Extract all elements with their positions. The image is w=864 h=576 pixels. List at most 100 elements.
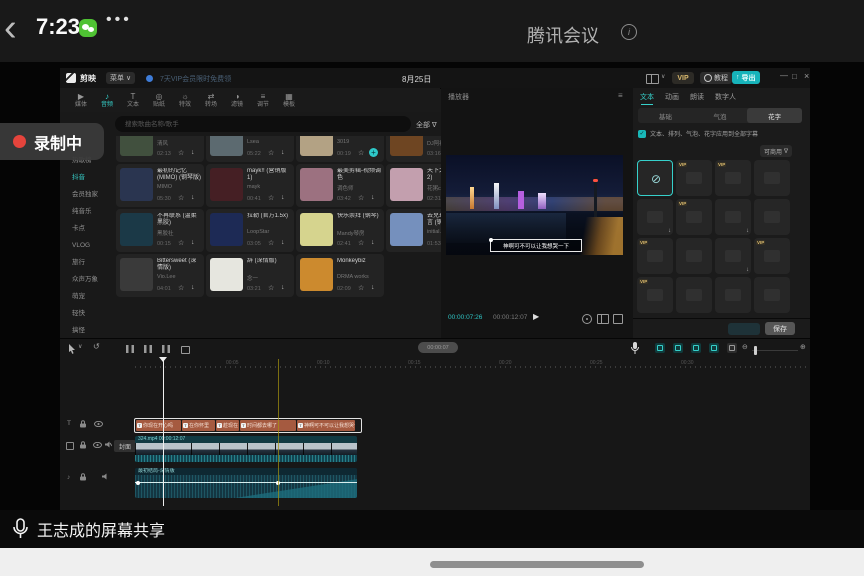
info-icon[interactable]: i	[621, 24, 637, 40]
recording-indicator[interactable]: 录制中	[0, 123, 104, 160]
favorite-star-icon[interactable]: ☆	[358, 194, 364, 202]
timeline-zoom-handle[interactable]	[754, 346, 757, 355]
video-clip[interactable]: 324.mp4 00:00:12:07	[135, 436, 357, 462]
music-category-item[interactable]: 旅行	[60, 254, 112, 271]
quality-icon[interactable]	[582, 314, 592, 324]
preview-axis-toggle-icon[interactable]	[709, 343, 719, 353]
record-voiceover-mic-icon[interactable]	[630, 342, 640, 355]
fancy-text-swatch[interactable]: VIP ↓ ⊘	[676, 277, 712, 313]
download-icon[interactable]: ↓	[371, 284, 375, 291]
panel-tab[interactable]: 数字人	[715, 92, 736, 105]
fullscreen-icon[interactable]	[613, 314, 623, 324]
favorite-star-icon[interactable]: ☆	[268, 149, 274, 157]
scroll-handle[interactable]	[430, 561, 644, 568]
panel-subtab[interactable]: 花字	[747, 108, 802, 123]
music-card[interactable]: 辞 (深情版) 念一 03:21 ☆ ↓ +	[206, 254, 294, 297]
ribbon-tab[interactable]: ⇄ 转场	[198, 89, 224, 111]
snap-toggle-icon[interactable]	[673, 343, 683, 353]
panel-tab[interactable]: 文本	[640, 92, 654, 105]
panel-subtab[interactable]: 基础	[638, 108, 693, 123]
fancy-text-swatch[interactable]: VIP ↓ ⊘	[637, 277, 673, 313]
split-right-icon[interactable]	[162, 345, 170, 353]
music-card[interactable]: 快乐崇拜 (钢琴) Mandy琴房 02:41 ☆ ↓ +	[296, 209, 384, 252]
music-search-input[interactable]	[115, 116, 411, 132]
volume-keyframe-dot[interactable]	[136, 481, 140, 485]
export-button[interactable]: ↑ 导出	[732, 71, 760, 84]
text-clip[interactable]: T 神啊可不可以让我想哭一下	[297, 420, 355, 431]
music-card[interactable]: Bittersweet (深情版) Vio.Lee 04:01 ☆ ↓ +	[116, 254, 204, 297]
download-icon[interactable]: ↓	[281, 194, 285, 201]
render-toggle-icon[interactable]	[727, 343, 737, 353]
favorite-star-icon[interactable]: ☆	[178, 239, 184, 247]
cover-button[interactable]: 封面	[114, 440, 136, 452]
window-minimize-button[interactable]: —	[780, 71, 788, 80]
favorite-star-icon[interactable]: ☆	[358, 284, 364, 292]
vip-badge[interactable]: VIP	[672, 72, 694, 84]
eye-icon[interactable]	[93, 442, 102, 448]
menu-button[interactable]: 菜单 ∨	[106, 72, 135, 84]
ribbon-tab[interactable]: ▶ 媒体	[68, 89, 94, 111]
zoom-out-icon[interactable]: ⊖	[742, 343, 748, 351]
fancy-text-swatch[interactable]: VIP ↓ ⊘	[637, 199, 673, 235]
lock-icon[interactable]	[80, 420, 86, 428]
fancy-text-swatch[interactable]: VIP ↓ ⊘	[754, 199, 790, 235]
panel-tab[interactable]: 朗读	[690, 92, 704, 105]
ribbon-tab[interactable]: ◎ 贴纸	[146, 89, 172, 111]
text-clip[interactable]: T 时间都去哪了	[240, 420, 296, 431]
ribbon-tab[interactable]: T 文本	[120, 89, 146, 111]
tutorial-button[interactable]: 教程	[700, 72, 732, 84]
fancy-text-swatch[interactable]: VIP ↓ ⊘	[715, 277, 751, 313]
download-icon[interactable]: ↓	[191, 194, 195, 201]
eye-icon[interactable]	[94, 421, 103, 427]
music-card[interactable]: 最美剪辑-视频调色 调色师 03:42 ☆ ↓ +	[296, 164, 384, 207]
music-category-item[interactable]: 抖音	[60, 169, 112, 186]
ribbon-tab[interactable]: ◑ 滤镜	[224, 89, 250, 111]
favorite-star-icon[interactable]: ☆	[268, 284, 274, 292]
layout-switch-icon[interactable]	[646, 74, 659, 84]
favorite-star-icon[interactable]: ☆	[358, 239, 364, 247]
music-card[interactable]: mayk!! (营销版1) mayk 00:41 ☆ ↓ +	[206, 164, 294, 207]
download-icon[interactable]: ↓	[191, 284, 195, 291]
text-clip[interactable]: T 在你怀里	[182, 420, 215, 431]
download-icon[interactable]: ↓	[281, 284, 285, 291]
fancy-text-swatch[interactable]: VIP ↓ ⊘	[754, 277, 790, 313]
subtitle-handle[interactable]	[489, 238, 493, 242]
fancy-text-swatch[interactable]: VIP ↓ ⊘	[715, 199, 751, 235]
music-category-item[interactable]: VLOG	[60, 237, 112, 254]
delete-icon[interactable]	[181, 346, 190, 354]
music-card[interactable]: 去兑现成熟的诺言 (钢琴版) initial.cream 01:53 ☆ ↓ +	[386, 209, 441, 252]
fancy-text-swatch[interactable]: VIP ↓ ⊘	[637, 160, 673, 196]
split-icon[interactable]	[144, 345, 152, 353]
save-button[interactable]: 保存	[765, 322, 795, 335]
favorite-star-icon[interactable]: ☆	[268, 194, 274, 202]
fancy-text-swatch[interactable]: VIP ↓ ⊘	[754, 160, 790, 196]
music-category-item[interactable]: 会员独家	[60, 186, 112, 203]
fancy-text-swatch[interactable]: VIP ↓ ⊘	[715, 238, 751, 274]
lock-icon[interactable]	[80, 473, 86, 481]
music-category-item[interactable]: 萌宠	[60, 288, 112, 305]
undo-icon[interactable]: ↺	[93, 342, 100, 351]
text-clip[interactable]: T 你现在开心吗	[136, 420, 181, 431]
favorite-star-icon[interactable]: ☆	[178, 149, 184, 157]
fancy-text-swatch[interactable]: VIP ↓ ⊘	[676, 160, 712, 196]
ribbon-tab[interactable]: ♪ 音频	[94, 89, 120, 111]
play-button[interactable]: ▶	[533, 312, 539, 321]
favorite-star-icon[interactable]: ☆	[178, 284, 184, 292]
music-card[interactable]: 回家的路 (钢琴版) 清风 02:13 ☆ ↓ +	[116, 136, 204, 162]
window-maximize-button[interactable]: □	[792, 72, 797, 81]
text-clip-group[interactable]: T 你现在开心吗 T 在你怀里 T 趁现在 T 时间都去哪了 T	[134, 418, 362, 433]
download-icon[interactable]: ↓	[371, 194, 375, 201]
window-close-button[interactable]: ×	[804, 71, 809, 81]
ribbon-tab[interactable]: ☼ 特效	[172, 89, 198, 111]
download-icon[interactable]: ↓	[191, 149, 195, 156]
music-card[interactable]: 拉勒 (官方1.5x) LoopStar 03:05 ☆ ↓ +	[206, 209, 294, 252]
volume-keyframe-line[interactable]	[135, 482, 357, 483]
audio-clip[interactable]: 最初结局-深情版	[135, 468, 357, 498]
music-card[interactable]: 晴天 (温柔版) 3019 00:19 ☆ ↓ +	[296, 136, 384, 162]
panel-subtab[interactable]: 气泡	[693, 108, 748, 123]
download-icon[interactable]: ↓	[281, 239, 285, 246]
music-card[interactable]: Monkeybiz DRMA works 02:09 ☆ ↓ +	[296, 254, 384, 297]
download-icon[interactable]: ↓	[281, 149, 285, 156]
magnet-toggle-icon[interactable]	[655, 343, 665, 353]
promo-banner[interactable]: 7天VIP会员限时免费领	[160, 74, 231, 84]
